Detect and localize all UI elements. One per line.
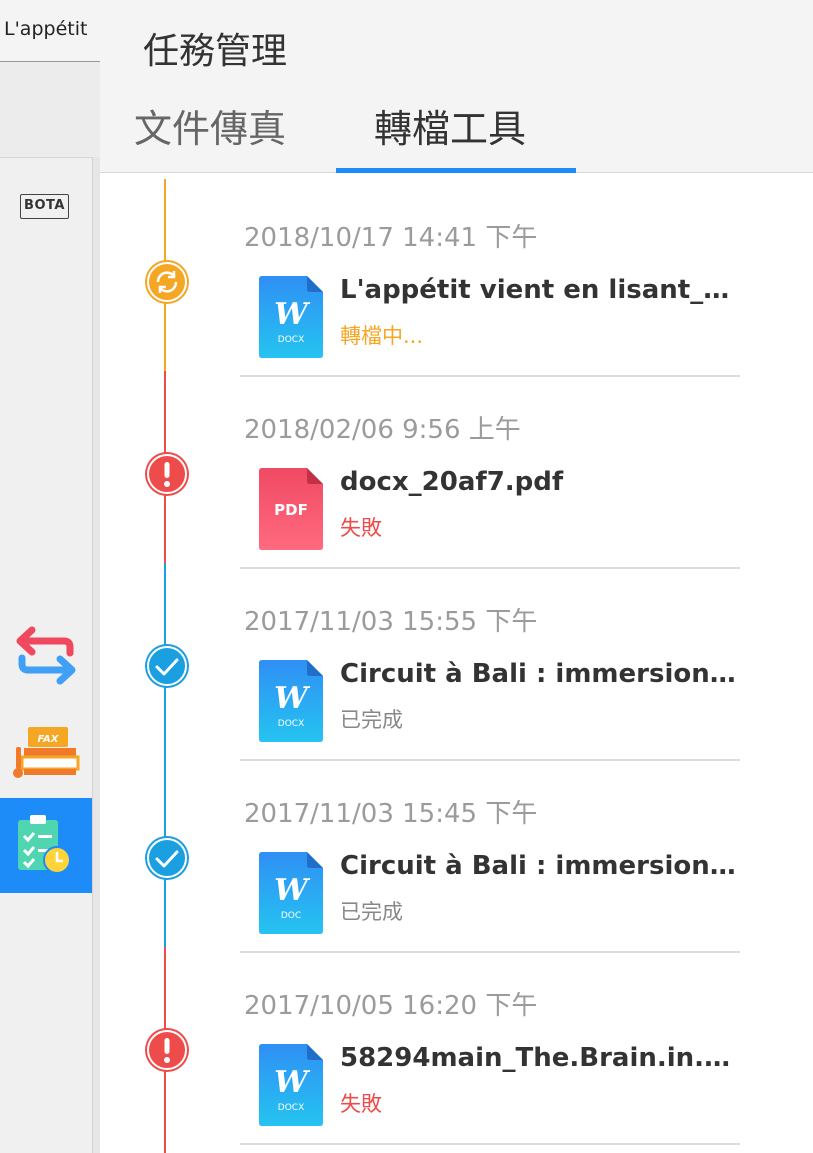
document-tab-label: L'appétit	[4, 18, 88, 40]
convert-arrows-icon	[16, 626, 76, 685]
task-item[interactable]: 2017/10/05 16:20 下午 W DOCX 58294main_The…	[100, 947, 813, 1145]
task-item[interactable]: 2018/02/06 9:56 上午 PDF docx_20af7.pdf 失敗	[100, 371, 813, 569]
fax-machine-icon: FAX	[13, 727, 80, 778]
page-title: 任務管理	[143, 31, 288, 72]
sidebar-item-fax[interactable]: FAX	[0, 703, 92, 798]
task-item[interactable]: 2017/11/03 15:45 下午 W DOC Circuit à Bali…	[100, 755, 813, 953]
document-tab[interactable]: L'appétit	[0, 0, 100, 62]
word-document-icon: W DOCX	[259, 276, 323, 358]
sidebar-item-task-manager[interactable]	[0, 798, 92, 893]
task-file-name: L'appétit vient en lisant_49...	[340, 275, 740, 305]
task-file-name: Circuit à Bali : immersion a...	[340, 659, 740, 689]
word-document-icon: W DOC	[259, 852, 323, 934]
task-file-name: Circuit à Bali : immersion a...	[340, 851, 740, 881]
task-item[interactable]: 2017/11/03 15:55 下午 W DOCX Circuit à Bal…	[100, 563, 813, 761]
task-item[interactable]: 2018/10/17 14:41 下午 W DOCX L'appétit vie…	[100, 179, 813, 377]
converting-status-icon	[145, 260, 189, 304]
task-date: 2017/11/03 15:55 下午	[244, 607, 538, 637]
task-status: 轉檔中...	[340, 324, 424, 348]
task-file-name: docx_20af7.pdf	[340, 467, 564, 497]
pdf-document-icon: PDF	[259, 468, 323, 550]
word-document-icon: W DOCX	[259, 660, 323, 742]
task-status: 失敗	[340, 1092, 382, 1116]
file-type-label: PDF	[274, 501, 308, 519]
rail-top-area	[0, 62, 100, 157]
check-status-icon	[145, 836, 189, 880]
task-status: 已完成	[340, 900, 403, 924]
task-date: 2018/10/17 14:41 下午	[244, 223, 538, 253]
divider	[240, 1143, 740, 1145]
fax-label: FAX	[38, 734, 60, 745]
file-type-label: DOCX	[278, 719, 304, 729]
sidebar-item-convert[interactable]	[0, 608, 92, 703]
svg-text:W: W	[274, 681, 311, 716]
bota-icon[interactable]: BOTA	[20, 194, 69, 219]
error-status-icon	[145, 1028, 189, 1072]
task-date: 2018/02/06 9:56 上午	[244, 415, 521, 445]
word-document-icon: W DOCX	[259, 1044, 323, 1126]
error-status-icon	[145, 452, 189, 496]
tab-conversion-tool[interactable]: 轉檔工具	[374, 98, 526, 153]
task-date: 2017/10/05 16:20 下午	[244, 991, 538, 1021]
file-type-label: DOCX	[278, 335, 304, 345]
task-list: 2018/10/17 14:41 下午 W DOCX L'appétit vie…	[100, 173, 813, 1153]
task-status: 已完成	[340, 708, 403, 732]
file-type-label: DOCX	[278, 1103, 304, 1113]
file-type-label: DOC	[281, 911, 301, 921]
svg-text:W: W	[274, 297, 311, 332]
panel-header: 任務管理 文件傳真 轉檔工具	[100, 0, 813, 173]
tab-document-fax[interactable]: 文件傳真	[134, 98, 286, 153]
task-clipboard-icon	[18, 815, 71, 874]
check-status-icon	[145, 644, 189, 688]
task-status: 失敗	[340, 516, 382, 540]
task-date: 2017/11/03 15:45 下午	[244, 799, 538, 829]
svg-text:W: W	[274, 873, 311, 908]
sidebar-divider[interactable]	[92, 157, 100, 1153]
svg-text:W: W	[274, 1065, 311, 1100]
task-manager-panel: 任務管理 文件傳真 轉檔工具 2018/10/17 14:41 下午 W DOC…	[100, 0, 813, 1153]
task-file-name: 58294main_The.Brain.in.Sp...	[340, 1043, 740, 1073]
